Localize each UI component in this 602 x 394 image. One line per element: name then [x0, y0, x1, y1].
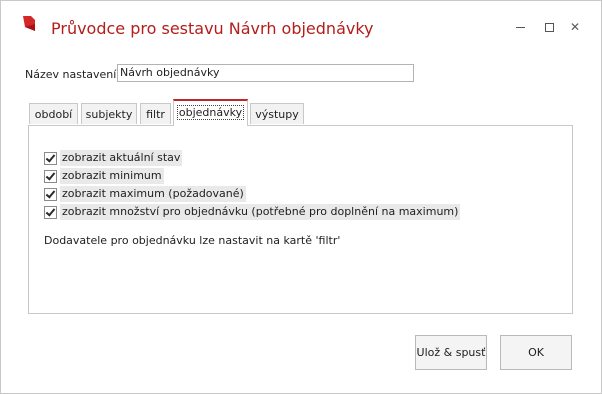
tab-filtr[interactable]: filtr — [140, 103, 171, 124]
option-label: zobrazit minimum — [60, 168, 164, 184]
minimize-button[interactable] — [512, 19, 528, 35]
settings-name-input[interactable] — [117, 64, 414, 82]
checkbox-checked-icon[interactable] — [44, 187, 57, 201]
minimize-icon — [515, 27, 525, 28]
tab-obdobi[interactable]: období — [29, 103, 78, 124]
tab-label: subjekty — [85, 108, 133, 121]
close-button[interactable]: ✕ — [567, 19, 583, 35]
close-icon: ✕ — [569, 20, 581, 34]
checkbox-checked-icon[interactable] — [44, 205, 57, 219]
ok-button[interactable]: OK — [500, 335, 572, 370]
supplier-note: Dodavatele pro objednávku lze nastavit n… — [44, 234, 341, 247]
title-bar: Průvodce pro sestavu Návrh objednávky ✕ — [1, 1, 601, 43]
tab-vystupy[interactable]: výstupy — [250, 103, 304, 124]
app-logo-icon — [23, 16, 35, 31]
option-label: zobrazit maximum (požadované) — [60, 186, 246, 202]
option-maximum[interactable]: zobrazit maximum (požadované) — [44, 186, 246, 202]
tab-subjekty[interactable]: subjekty — [81, 103, 137, 124]
option-order-quantity[interactable]: zobrazit množství pro objednávku (potřeb… — [44, 204, 461, 220]
tab-objednavky[interactable]: objednávky — [173, 99, 248, 126]
tab-label: výstupy — [255, 108, 299, 121]
save-and-run-button[interactable]: Ulož & spusť — [415, 335, 487, 370]
settings-name-label: Název nastavení: — [25, 68, 121, 81]
tab-label: objednávky — [176, 105, 245, 120]
option-label: zobrazit aktuální stav — [60, 150, 183, 166]
tab-label: období — [34, 108, 73, 121]
report-wizard-window: Průvodce pro sestavu Návrh objednávky ✕ … — [0, 0, 602, 394]
option-label: zobrazit množství pro objednávku (potřeb… — [60, 204, 461, 220]
option-minimum[interactable]: zobrazit minimum — [44, 168, 164, 184]
tab-label: filtr — [146, 108, 165, 121]
window-title: Průvodce pro sestavu Návrh objednávky — [51, 19, 374, 38]
option-current-state[interactable]: zobrazit aktuální stav — [44, 150, 183, 166]
maximize-button[interactable] — [541, 19, 557, 35]
checkbox-checked-icon[interactable] — [44, 169, 57, 183]
checkbox-checked-icon[interactable] — [44, 151, 57, 165]
maximize-icon — [544, 23, 554, 32]
